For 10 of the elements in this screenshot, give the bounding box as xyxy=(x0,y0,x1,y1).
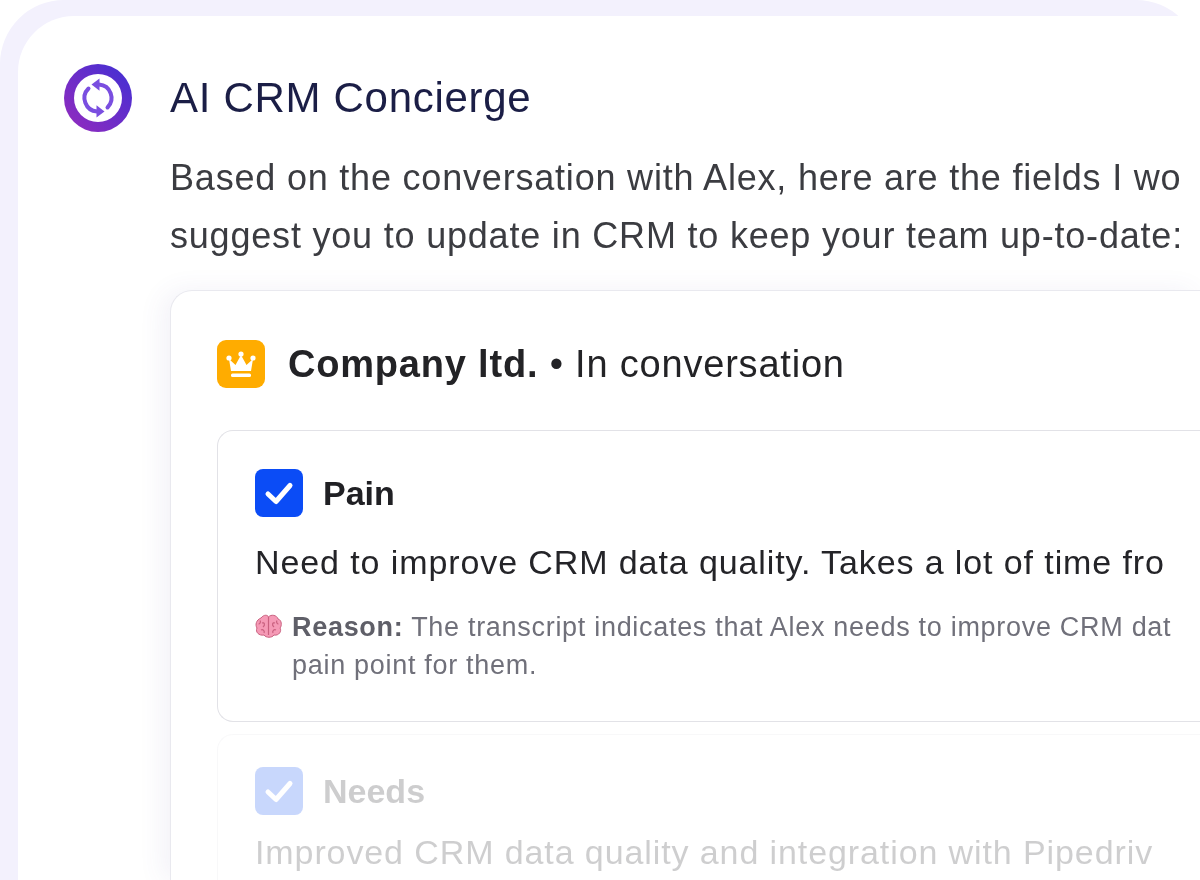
assistant-name: AI CRM Concierge xyxy=(170,73,533,123)
crown-icon xyxy=(217,340,265,388)
field-label: Pain xyxy=(323,473,395,513)
sync-icon xyxy=(64,64,132,132)
field-value: Need to improve CRM data quality. Takes a lot of time fro xyxy=(255,543,1166,581)
message-text: Based on the conversation with Alex, here are the fields I wo suggest you to update in CRM to keep your team up-to-date: xyxy=(170,156,1184,258)
brain-icon xyxy=(255,614,282,639)
reason-text: Reason: The transcript indicates that Alex needs to improve CRM dat pain point for them. xyxy=(292,611,1172,682)
checkbox[interactable] xyxy=(255,469,303,517)
deal-title: Company ltd. • In conversation xyxy=(288,342,845,386)
